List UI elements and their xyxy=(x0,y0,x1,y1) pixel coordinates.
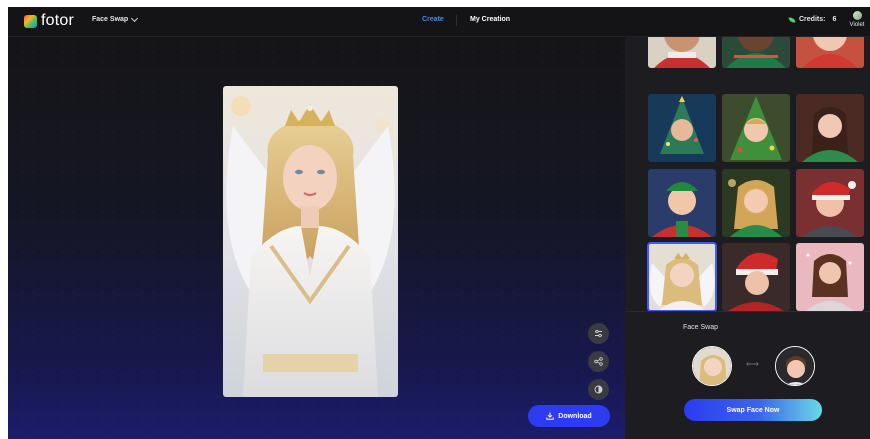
template-image xyxy=(796,169,864,237)
swap-face-now-button[interactable]: Swap Face Now xyxy=(684,399,822,421)
nav-divider xyxy=(456,15,457,26)
credits-indicator[interactable]: Credits: 6 xyxy=(788,16,837,23)
template-image xyxy=(648,94,716,162)
template-image xyxy=(648,243,716,311)
angel-portrait-image xyxy=(223,86,398,397)
template-thumb[interactable] xyxy=(796,243,864,311)
panel-divider xyxy=(625,311,870,312)
share-button[interactable] xyxy=(588,351,609,372)
template-thumb[interactable] xyxy=(722,243,790,311)
template-gallery xyxy=(625,37,870,312)
template-thumb[interactable] xyxy=(722,169,790,237)
leaf-icon xyxy=(788,16,796,23)
template-image xyxy=(722,94,790,162)
right-panel: Face Swap ⟷ Swap Face Now xyxy=(625,37,870,439)
source-face-image xyxy=(693,347,731,385)
credits-label: Credits: xyxy=(799,16,826,23)
user-name: Violet xyxy=(849,22,865,28)
logo-text: fotor xyxy=(41,12,75,29)
target-face-avatar[interactable] xyxy=(775,346,815,386)
app-window: fotor Face Swap Create My Creation Credi… xyxy=(8,7,870,439)
template-image xyxy=(722,243,790,311)
download-icon xyxy=(546,412,554,420)
template-image xyxy=(648,169,716,237)
tab-create[interactable]: Create xyxy=(422,16,444,23)
template-thumb[interactable] xyxy=(722,94,790,162)
template-thumb[interactable] xyxy=(648,169,716,237)
template-image xyxy=(796,94,864,162)
template-thumb[interactable] xyxy=(648,94,716,162)
top-bar: fotor Face Swap Create My Creation Credi… xyxy=(8,7,870,37)
download-button[interactable]: Download xyxy=(528,405,610,427)
chevron-down-icon xyxy=(131,14,139,22)
template-image xyxy=(648,37,716,68)
template-thumb[interactable] xyxy=(796,37,864,68)
template-image xyxy=(722,37,790,68)
face-swap-title: Face Swap xyxy=(683,324,719,331)
template-image xyxy=(796,243,864,311)
credits-value: 6 xyxy=(832,16,837,23)
result-image xyxy=(223,86,398,397)
adjust-icon xyxy=(595,329,602,338)
template-thumb[interactable] xyxy=(648,37,716,68)
template-image xyxy=(722,169,790,237)
template-thumb[interactable] xyxy=(796,169,864,237)
fotor-logo-icon xyxy=(24,14,37,28)
tool-selector-label: Face Swap xyxy=(92,16,129,23)
share-icon xyxy=(594,357,603,366)
user-avatar[interactable]: Violet xyxy=(846,11,868,33)
canvas-area: Download xyxy=(8,37,625,439)
template-thumb[interactable] xyxy=(722,37,790,68)
template-thumb[interactable] xyxy=(796,94,864,162)
template-image xyxy=(796,37,864,68)
avatar-icon xyxy=(852,11,862,20)
source-face-avatar[interactable] xyxy=(692,346,732,386)
download-label: Download xyxy=(558,412,592,420)
template-thumb-selected[interactable] xyxy=(647,242,717,312)
swap-arrow-icon: ⟷ xyxy=(746,359,759,369)
adjust-button[interactable] xyxy=(588,323,609,344)
fotor-logo[interactable]: fotor xyxy=(24,12,74,30)
target-face-image xyxy=(776,347,814,385)
compare-icon xyxy=(594,385,603,394)
tab-my-creation[interactable]: My Creation xyxy=(470,16,510,23)
compare-button[interactable] xyxy=(588,379,609,400)
tool-selector[interactable]: Face Swap xyxy=(92,14,139,23)
